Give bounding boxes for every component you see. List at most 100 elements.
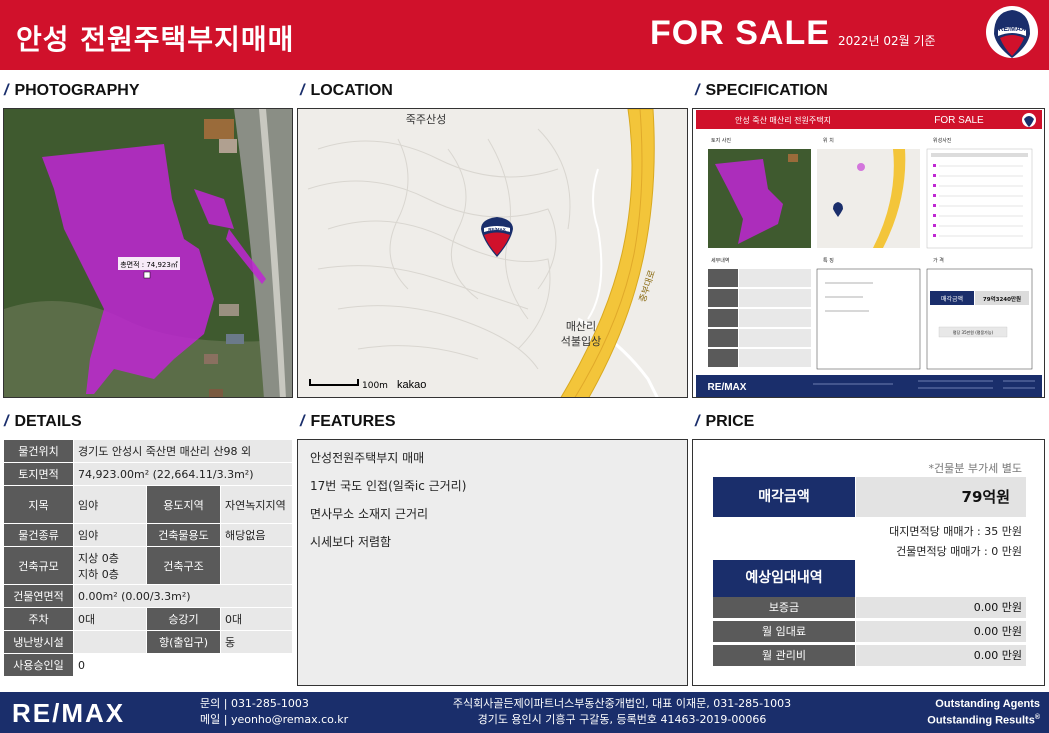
structure-value [220, 546, 293, 585]
table-row: 주차 0대 승강기 0대 [3, 607, 293, 631]
svg-text:RE/MAX: RE/MAX [998, 26, 1026, 33]
svg-text:79억3240만원: 79억3240만원 [983, 295, 1021, 303]
header-bar: 안성 전원주택부지매매 FOR SALE 2022년 02월 기준 RE/MAX [0, 0, 1049, 70]
floor-area-value: 0.00m² (0.00/3.3m²) [73, 584, 293, 608]
feature-item: 면사무소 소재지 근거리 [310, 507, 429, 521]
elevator-label: 승강기 [146, 607, 221, 631]
features-panel: 안성전원주택부지 매매 17번 국도 인접(일죽ic 근거리) 면사무소 소재지… [297, 439, 688, 686]
elevator-value: 0대 [220, 607, 293, 631]
maintenance-fee-value: 0.00 만원 [856, 645, 1026, 666]
use-label: 건축물용도 [146, 523, 221, 547]
specification-section-title: / SPECIFICATION [695, 82, 828, 99]
hvac-label: 냉난방시설 [3, 630, 74, 654]
footer-contact: 문의 | 031-285-1003 메일 | yeonho@remax.co.k… [200, 696, 348, 728]
use-value: 해당없음 [220, 523, 293, 547]
table-row: 건축규모 지상 0층 지하 0층 건축구조 [3, 546, 293, 585]
footer-bar: RE/MAX 문의 | 031-285-1003 메일 | yeonho@rem… [0, 692, 1049, 733]
page-title: 안성 전원주택부지매매 [16, 23, 295, 56]
table-row: 건물연면적 0.00m² (0.00/3.3m²) [3, 584, 293, 608]
svg-text:토지 사진: 토지 사진 [711, 137, 731, 144]
floor-area-label: 건물연면적 [3, 584, 74, 608]
scale-label: 건축규모 [3, 546, 74, 585]
price-section-title: / PRICE [695, 413, 755, 430]
approval-value: 0 [73, 653, 293, 677]
location-map[interactable]: 죽주산성 중부대로 매산리 석불입상 RE/MAX 100m kakao [297, 108, 688, 398]
approval-label: 사용승인일 [3, 653, 74, 677]
as-of-date: 2022년 02월 기준 [838, 34, 936, 48]
for-sale-label: FOR SALE [650, 14, 830, 52]
vat-note: *건물분 부가세 별도 [928, 462, 1022, 475]
land-area-label: 토지면적 [3, 462, 74, 486]
table-row: 토지면적 74,923.00m² (22,664.11/3.3m²) [3, 462, 293, 486]
land-area-value: 74,923.00m² (22,664.11/3.3m²) [73, 462, 293, 486]
svg-text:가 격: 가 격 [933, 257, 944, 264]
footer-company: 주식회사골든제이파트너스부동산중개법인, 대표 이재문, 031-285-100… [452, 697, 792, 710]
hvac-value [73, 630, 147, 654]
jimok-label: 지목 [3, 485, 74, 524]
details-table: 물건위치 경기도 안성시 죽산면 매산리 산98 외 토지면적 74,923.0… [3, 439, 293, 677]
address-value: 경기도 안성시 죽산면 매산리 산98 외 [73, 439, 293, 463]
sale-price-value: 79억원 [856, 477, 1026, 517]
monthly-rent-value: 0.00 만원 [856, 621, 1026, 642]
aerial-photo: 총면적 : 74,923㎡ [3, 108, 293, 398]
table-row: 물건위치 경기도 안성시 죽산면 매산리 산98 외 [3, 439, 293, 463]
maintenance-fee-label: 월 관리비 [713, 645, 855, 666]
price-panel: *건물분 부가세 별도 매각금액 79억원 대지면적당 매매가 : 35 만원 … [692, 439, 1045, 686]
scale-value: 지상 0층 지하 0층 [73, 546, 147, 585]
type-value: 임야 [73, 523, 147, 547]
footer-brand-logo: RE/MAX [12, 698, 126, 728]
map-label-village: 매산리 [566, 320, 596, 333]
footer-company-info: 주식회사골든제이파트너스부동산중개법인, 대표 이재문, 031-285-100… [422, 696, 822, 728]
table-row: 사용승인일 0 [3, 653, 293, 677]
footer-email[interactable]: 메일 | yeonho@remax.co.kr [200, 712, 348, 728]
specification-thumbnail[interactable]: 안성 죽산 매산리 전원주택지 FOR SALE 토지 사진 위 치 위성사진 … [692, 108, 1045, 398]
zone-label: 용도지역 [146, 485, 221, 524]
svg-text:세부내역: 세부내역 [711, 257, 729, 264]
features-section-title: / FEATURES [300, 413, 396, 430]
location-section-title: / LOCATION [300, 82, 393, 99]
parking-label: 주차 [3, 607, 74, 631]
sale-price-label: 매각금액 [713, 477, 855, 517]
scale-below-ground: 지하 0층 [78, 567, 119, 581]
photography-section-title: / PHOTOGRAPHY [4, 82, 140, 99]
svg-text:100m: 100m [362, 381, 388, 391]
svg-text:안성 죽산 매산리 전원주택지: 안성 죽산 매산리 전원주택지 [735, 115, 831, 125]
svg-text:위 치: 위 치 [823, 137, 834, 144]
svg-text:FOR SALE: FOR SALE [934, 115, 984, 126]
svg-text:RE/MAX: RE/MAX [488, 227, 506, 232]
svg-text:위성사진: 위성사진 [933, 137, 952, 144]
jimok-value: 임야 [73, 485, 147, 524]
direction-label: 향(출입구) [146, 630, 221, 654]
type-label: 물건종류 [3, 523, 74, 547]
parking-value: 0대 [73, 607, 147, 631]
map-provider-logo: kakao [397, 379, 426, 391]
footer-phone[interactable]: 문의 | 031-285-1003 [200, 696, 348, 712]
address-label: 물건위치 [3, 439, 74, 463]
monthly-rent-label: 월 임대료 [713, 621, 855, 642]
parcel-area-label: 총면적 : 74,923㎡ [120, 260, 178, 269]
structure-label: 건축구조 [146, 546, 221, 585]
svg-text:특 징: 특 징 [823, 257, 834, 264]
svg-text:평당 35만원 (평뭉가능): 평당 35만원 (평뭉가능) [953, 329, 994, 335]
svg-text:매각금액: 매각금액 [941, 295, 963, 303]
footer-address: 경기도 용인시 기흥구 구갈동, 등록번호 41463-2019-00066 [477, 713, 767, 726]
feature-item: 안성전원주택부지 매매 [310, 451, 425, 465]
table-row: 냉난방시설 향(출입구) 동 [3, 630, 293, 654]
deposit-value: 0.00 만원 [856, 597, 1026, 618]
building-unit-price: 건물면적당 매매가 : 0 만원 [896, 545, 1022, 558]
land-unit-price: 대지면적당 매매가 : 35 만원 [889, 525, 1022, 538]
footer-slogan: Outstanding Agents Outstanding Results® [927, 698, 1040, 727]
details-section-title: / DETAILS [4, 413, 82, 430]
table-row: 지목 임야 용도지역 자연녹지지역 [3, 485, 293, 524]
deposit-label: 보증금 [713, 597, 855, 618]
feature-item: 17번 국도 인접(일죽ic 근거리) [310, 479, 467, 493]
remax-balloon-logo-icon: RE/MAX [986, 6, 1038, 58]
map-label-fortress: 죽주산성 [406, 113, 446, 126]
direction-value: 동 [220, 630, 293, 654]
table-row: 물건종류 임야 건축물용도 해당없음 [3, 523, 293, 547]
map-label-buddha: 석불입상 [561, 335, 601, 348]
rent-estimate-label: 예상임대내역 [713, 560, 855, 597]
scale-above-ground: 지상 0층 [78, 551, 119, 565]
feature-item: 시세보다 저렴함 [310, 535, 392, 549]
zone-value: 자연녹지지역 [220, 485, 293, 524]
